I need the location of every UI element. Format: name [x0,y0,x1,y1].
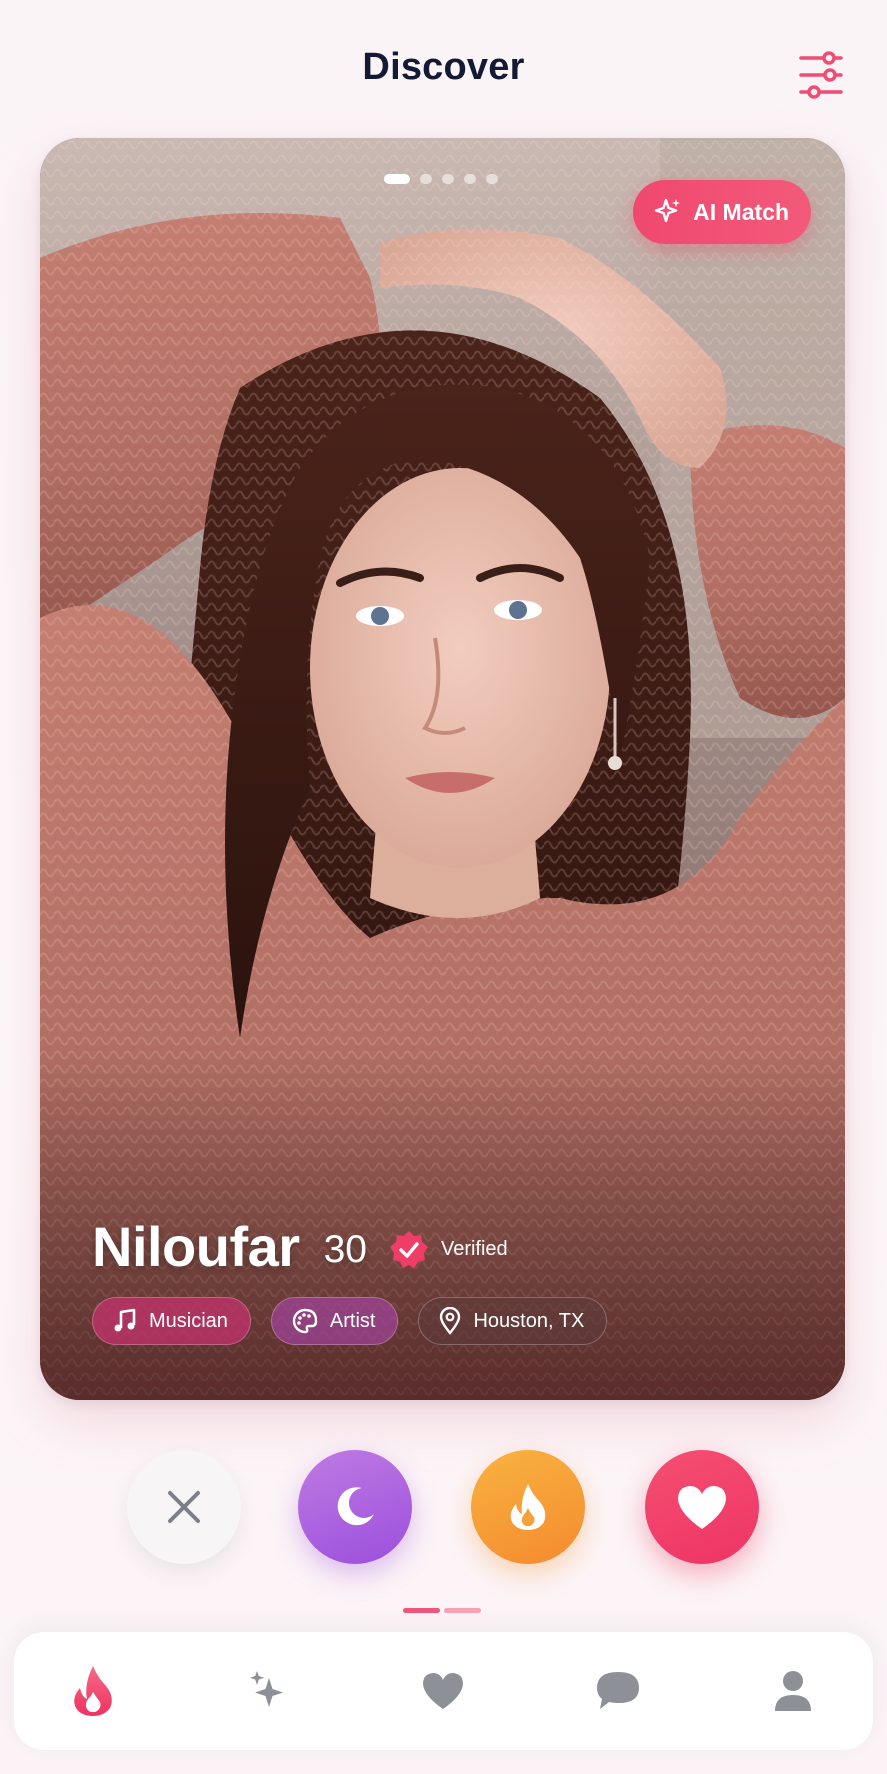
like-button[interactable] [645,1450,759,1564]
heart-icon [678,1486,726,1529]
photo-dot[interactable] [384,174,410,184]
photo-dot[interactable] [420,174,432,184]
chat-icon [597,1672,639,1709]
app-header: Discover [0,0,887,130]
page-title: Discover [362,46,525,88]
page-indicator-segment [403,1608,440,1613]
palette-icon [292,1308,318,1334]
music-note-icon [114,1308,136,1332]
profile-card[interactable]: AI Match Niloufar 30 Verified Musician A… [40,138,845,1400]
heart-icon [423,1673,463,1709]
tag-label: Artist [329,1309,376,1332]
profile-photo [40,138,845,1400]
profile-icon [775,1671,811,1711]
photo-dot[interactable] [442,174,454,184]
sliders-icon [799,51,843,99]
location-pin-icon [440,1307,461,1335]
nav-ai[interactable] [237,1660,299,1722]
flame-icon [74,1666,112,1716]
profile-info: Niloufar 30 Verified Musician Artist Hou… [92,1214,805,1345]
boost-button[interactable] [471,1450,585,1564]
tag-label: Musician [149,1309,228,1332]
bottom-nav [14,1632,873,1750]
moon-icon [337,1487,374,1526]
tag-label: Houston, TX [473,1309,585,1332]
super-like-button[interactable] [298,1450,412,1564]
tag-musician[interactable]: Musician [92,1297,251,1345]
photo-pagination [384,174,498,184]
sparkle-icon [654,198,681,223]
profile-name: Niloufar [92,1215,300,1278]
tag-location[interactable]: Houston, TX [418,1297,608,1345]
page-indicator [403,1608,481,1613]
pass-button[interactable] [127,1450,241,1564]
verified-label: Verified [440,1238,508,1260]
swipe-actions [0,1450,887,1564]
ai-match-label: AI Match [693,198,789,225]
nav-likes[interactable] [412,1660,474,1722]
photo-dot[interactable] [464,174,476,184]
nav-discover[interactable] [62,1660,124,1722]
page-indicator-segment [444,1608,481,1613]
flame-icon [510,1484,546,1530]
filter-button[interactable] [799,50,843,100]
sparkle-icon [250,1671,283,1707]
nav-messages[interactable] [587,1660,649,1722]
verified-icon [389,1230,428,1268]
ai-match-button[interactable]: AI Match [633,180,811,244]
nav-profile[interactable] [762,1660,824,1722]
photo-dot[interactable] [486,174,498,184]
tag-artist[interactable]: Artist [270,1297,399,1345]
profile-age: 30 [323,1227,367,1271]
verified-badge: Verified [389,1230,508,1270]
profile-tags: Musician Artist Houston, TX [92,1297,805,1345]
close-icon [168,1491,200,1523]
